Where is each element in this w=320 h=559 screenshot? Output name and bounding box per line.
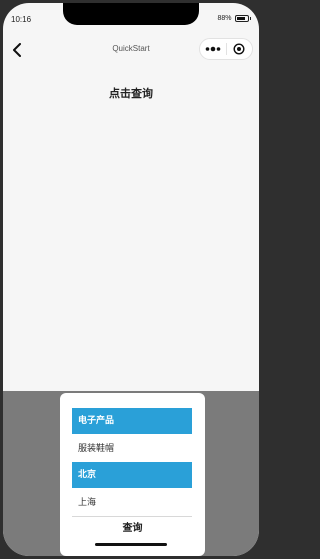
more-button[interactable] xyxy=(200,39,226,59)
home-indicator xyxy=(95,543,167,546)
page-title[interactable]: 点击查询 xyxy=(3,85,259,101)
picker-item-clothing[interactable]: 服装鞋帽 xyxy=(72,436,192,462)
camera-notch xyxy=(63,3,199,25)
mini-program-capsule xyxy=(199,38,253,60)
battery-icon xyxy=(234,15,249,22)
status-time: 10:16 xyxy=(11,15,32,24)
battery-fill xyxy=(236,17,246,20)
battery-percentage: 88% xyxy=(217,15,232,22)
phone-screen: 10:16 88% QuickStart 点击查询 电子产品 服装鞋帽 北京 上… xyxy=(3,3,259,556)
status-indicators: 88% xyxy=(217,15,251,22)
picker-item-shanghai[interactable]: 上海 xyxy=(72,490,192,516)
picker-item-electronics[interactable]: 电子产品 xyxy=(72,408,192,434)
navigation-bar: QuickStart xyxy=(3,35,259,65)
target-close-icon xyxy=(233,43,245,55)
picker-item-beijing[interactable]: 北京 xyxy=(72,462,192,488)
more-dots-icon xyxy=(205,46,221,52)
picker-panel: 电子产品 服装鞋帽 北京 上海 查询 xyxy=(60,393,205,556)
picker-divider xyxy=(72,516,192,517)
close-mini-program-button[interactable] xyxy=(227,39,253,59)
query-button[interactable]: 查询 xyxy=(60,520,205,538)
battery-tip xyxy=(249,17,251,20)
